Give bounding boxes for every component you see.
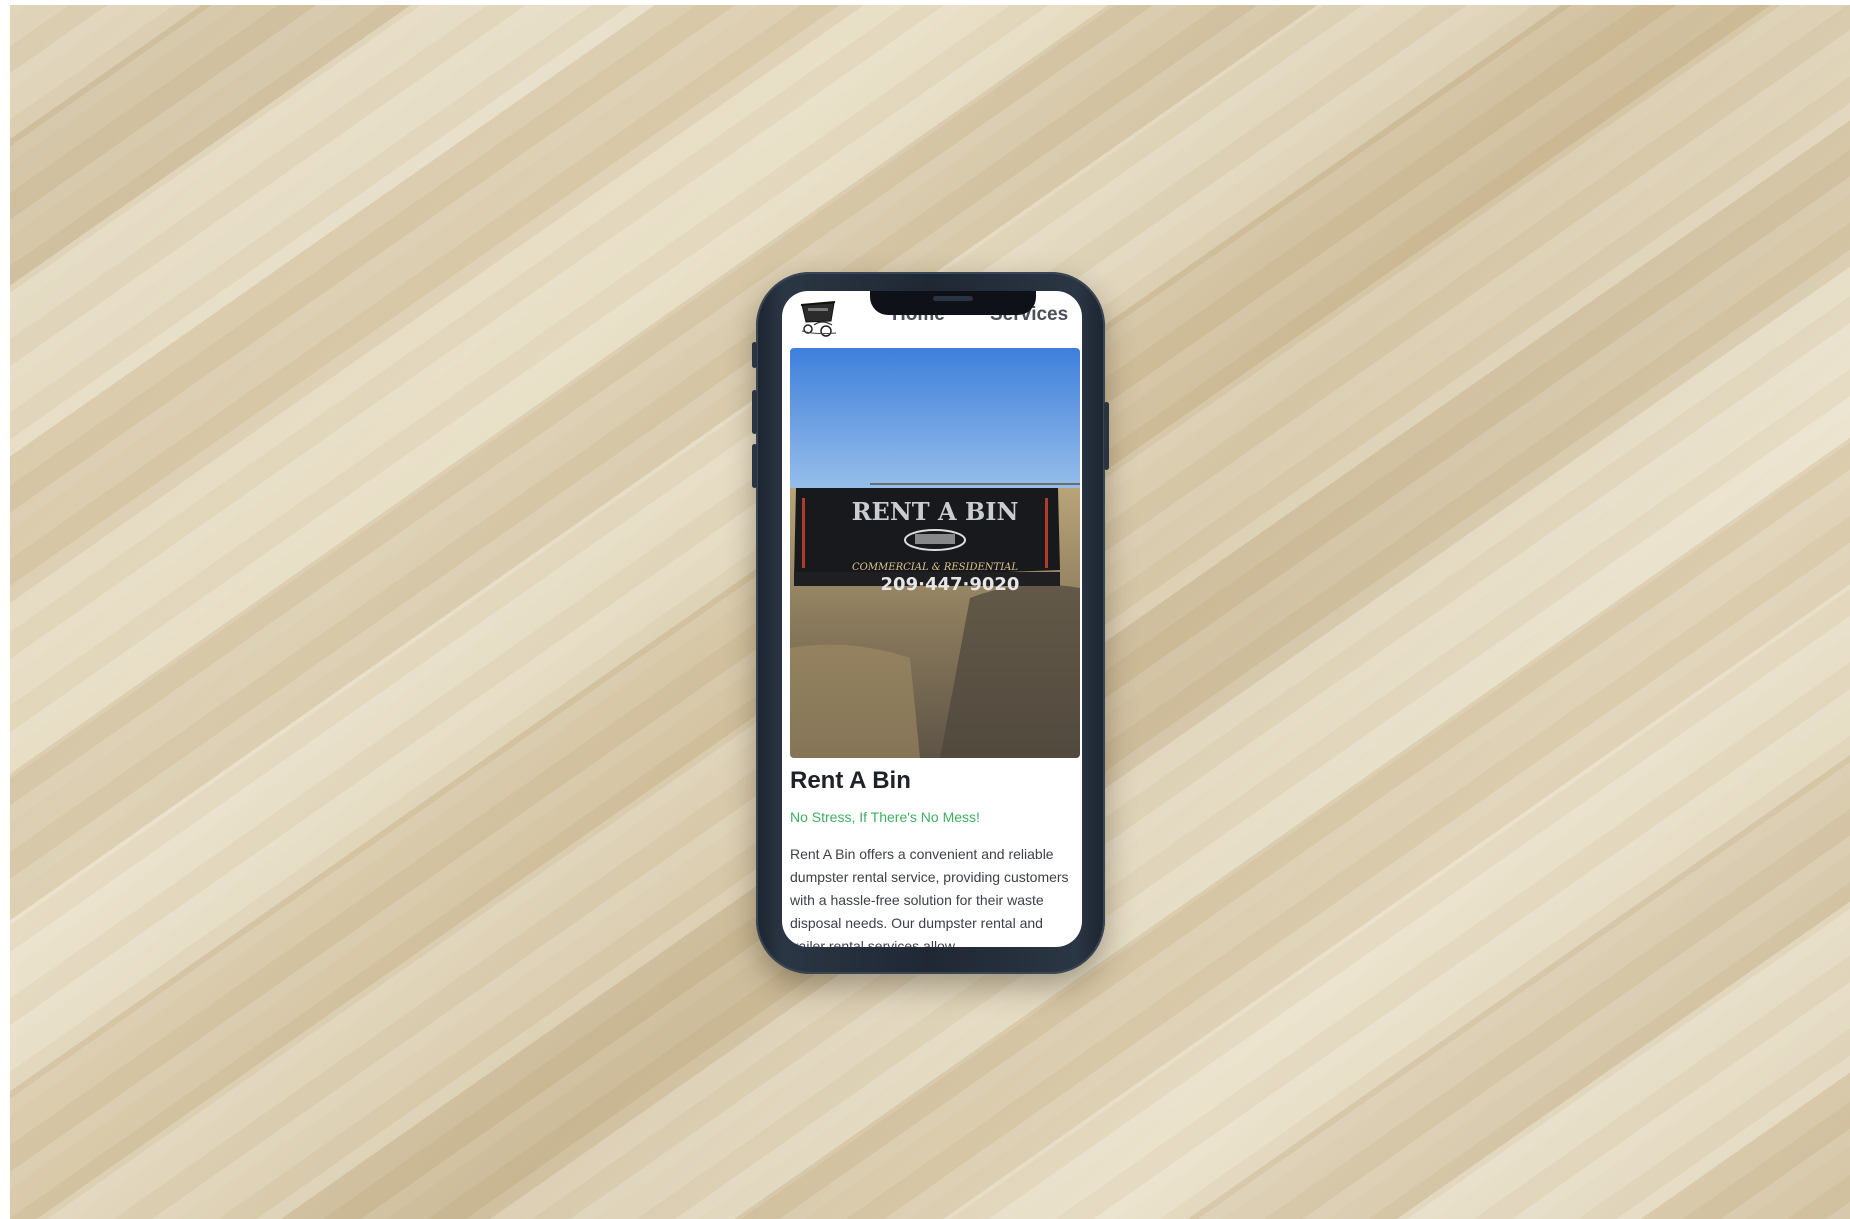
phone-screen: Home Services (782, 291, 1082, 947)
phone-speaker (933, 296, 973, 301)
description-text: Rent A Bin offers a convenient and relia… (790, 846, 1069, 947)
phone-mockup: Home Services (752, 272, 1109, 974)
sign-title: RENT A BIN (852, 497, 1019, 526)
page-title: Rent A Bin (790, 767, 911, 794)
hero-image-dumpster: RENT A BIN COMMERCIAL & RESIDENTIAL 209·… (790, 348, 1080, 758)
sign-phone: 209·447·9020 (881, 574, 1020, 595)
sign-subtitle: COMMERCIAL & RESIDENTIAL (852, 562, 1018, 573)
volume-down-button (752, 444, 757, 488)
volume-up-button (752, 390, 757, 434)
power-button (1104, 402, 1109, 470)
mute-switch (752, 342, 757, 368)
dumpster-logo-icon[interactable] (796, 295, 842, 337)
tagline: No Stress, If There's No Mess! (790, 809, 980, 825)
phone-notch (870, 291, 1036, 315)
